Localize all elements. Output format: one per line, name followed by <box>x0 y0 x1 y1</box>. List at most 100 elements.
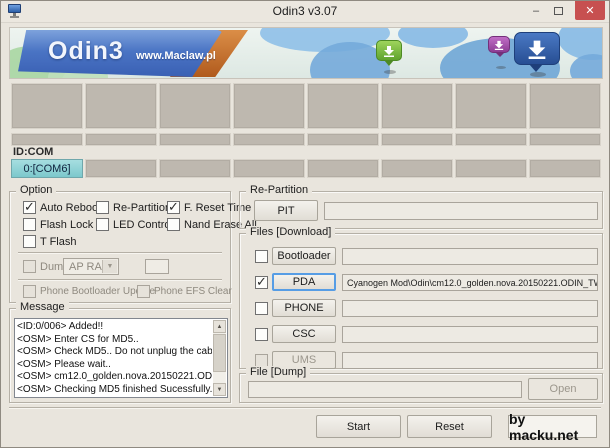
divider <box>18 279 222 281</box>
idcom-slot <box>381 159 453 178</box>
logo-title: Odin3 <box>48 37 124 65</box>
checkbox-label: Phone EFS Clear <box>154 286 232 297</box>
file-dump-caption: File [Dump] <box>246 366 311 378</box>
log-line: <OSM> Please wait.. <box>17 358 111 370</box>
idcom-slot <box>233 159 305 178</box>
repartition-group: Re-Partition PIT <box>239 184 603 229</box>
idcom-slot <box>159 159 231 178</box>
divider <box>9 407 601 409</box>
status-slot <box>233 133 305 146</box>
status-slot <box>307 133 379 146</box>
checkbox-label: Re-Partition <box>113 201 172 214</box>
dump-path-field <box>248 381 522 398</box>
minimize-icon[interactable]: – <box>525 1 547 21</box>
start-button[interactable]: Start <box>316 415 401 438</box>
checkbox-box[interactable] <box>167 199 180 215</box>
checkbox-phone-bootloader-update: Phone Bootloader Update <box>23 285 155 298</box>
checkbox-box <box>23 260 36 273</box>
progress-slot <box>233 83 305 129</box>
idcom-slot <box>455 159 527 178</box>
message-scrollbar[interactable]: ▲ ▼ <box>213 320 226 396</box>
maximize-icon[interactable] <box>547 1 569 21</box>
pda-checkbox[interactable] <box>255 274 268 290</box>
checkbox-label: Auto Reboot <box>40 201 102 214</box>
checkbox-flash-lock[interactable]: Flash Lock <box>23 218 93 231</box>
idcom-slot-row: 0:[COM6] <box>11 159 601 178</box>
scroll-down-icon[interactable]: ▼ <box>213 383 226 396</box>
progress-slot <box>381 83 453 129</box>
progress-slot <box>159 83 231 129</box>
status-slot <box>455 133 527 146</box>
csc-path-field[interactable] <box>342 326 598 343</box>
checkbox-box[interactable] <box>96 218 109 231</box>
window-title: Odin3 v3.07 <box>272 4 338 18</box>
credit-badge: by macku.net <box>508 411 597 443</box>
checkbox-box[interactable] <box>96 201 109 214</box>
scroll-up-icon[interactable]: ▲ <box>213 320 226 333</box>
checkbox-t-flash[interactable]: T Flash <box>23 235 76 248</box>
checkbox-label: LED Control <box>113 218 173 231</box>
progress-slot <box>455 83 527 129</box>
checkbox-box[interactable] <box>23 199 36 215</box>
option-caption: Option <box>16 184 57 196</box>
status-slot <box>529 133 601 146</box>
dump-size-field <box>145 259 169 274</box>
titlebar: Odin3 v3.07 – ✕ <box>1 1 609 23</box>
progress-slot <box>529 83 601 129</box>
map-land <box>398 28 468 48</box>
odin-window: Odin3 v3.07 – ✕ Odin3 www.Maclaw.pl ID:C… <box>0 0 610 448</box>
message-lines: <ID:0/006> Added!! <OSM> Enter CS for MD… <box>17 321 212 395</box>
checkbox-label: Flash Lock <box>40 218 94 231</box>
file-dump-group: File [Dump] Open <box>239 366 603 403</box>
checkbox-box[interactable] <box>167 218 180 231</box>
checkbox-box[interactable] <box>23 218 36 231</box>
bootloader-button[interactable]: Bootloader <box>272 247 336 265</box>
bootloader-path-field[interactable] <box>342 248 598 265</box>
option-group: Option Auto Reboot Re-Partition F. Reset… <box>9 184 257 303</box>
scrollbar-thumb[interactable] <box>213 334 226 372</box>
download-pin-purple-icon <box>488 36 510 57</box>
csc-button[interactable]: CSC <box>272 325 336 343</box>
pda-path-field[interactable]: Cyanogen Mod\Odin\cm12.0_golden.nova.201… <box>342 274 598 291</box>
ums-path-field <box>342 352 598 369</box>
idcom-slot <box>307 159 379 178</box>
checkbox-box[interactable] <box>23 235 36 248</box>
checkbox-label: T Flash <box>40 235 77 248</box>
log-line: <OSM> Check MD5.. Do not unplug the cabl… <box>17 346 212 358</box>
checkbox-phone-efs-clear: Phone EFS Clear <box>137 285 232 298</box>
chevron-down-icon: ▼ <box>102 260 117 273</box>
progress-slot <box>307 83 379 129</box>
log-line: <OSM> Enter CS for MD5.. <box>17 333 139 345</box>
status-slot <box>11 133 83 146</box>
reset-button[interactable]: Reset <box>407 415 492 438</box>
pda-button[interactable]: PDA <box>272 273 336 291</box>
log-line: <ID:0/006> Added!! <box>17 321 104 332</box>
checkbox-box <box>23 285 36 298</box>
phone-path-field[interactable] <box>342 300 598 317</box>
checkbox-auto-reboot[interactable]: Auto Reboot <box>23 199 102 215</box>
files-download-caption: Files [Download] <box>246 226 336 238</box>
divider <box>18 252 222 254</box>
status-slot <box>85 133 157 146</box>
idcom-slot <box>529 159 601 178</box>
close-icon[interactable]: ✕ <box>575 1 605 20</box>
dump-select: AP RAM ▼ <box>63 258 119 275</box>
bootloader-checkbox[interactable] <box>255 250 268 263</box>
banner: Odin3 www.Maclaw.pl <box>9 27 603 79</box>
status-slot <box>159 133 231 146</box>
phone-checkbox[interactable] <box>255 302 268 315</box>
download-pin-blue-icon <box>514 32 560 72</box>
checkbox-re-partition[interactable]: Re-Partition <box>96 201 171 214</box>
phone-button[interactable]: PHONE <box>272 299 336 317</box>
status-slot-row <box>11 133 601 146</box>
pit-path-field[interactable] <box>324 202 598 220</box>
checkbox-box <box>137 285 150 298</box>
pit-button[interactable]: PIT <box>254 200 318 221</box>
checkbox-led-control[interactable]: LED Control <box>96 218 173 231</box>
message-log[interactable]: <ID:0/006> Added!! <OSM> Enter CS for MD… <box>14 318 228 398</box>
idcom-label: ID:COM <box>13 146 54 158</box>
csc-checkbox[interactable] <box>255 328 268 341</box>
progress-slot-row <box>11 83 601 129</box>
log-line: <OSM> cm12.0_golden.nova.20150221.ODIN_T… <box>17 371 212 383</box>
download-pin-green-icon <box>376 40 402 66</box>
